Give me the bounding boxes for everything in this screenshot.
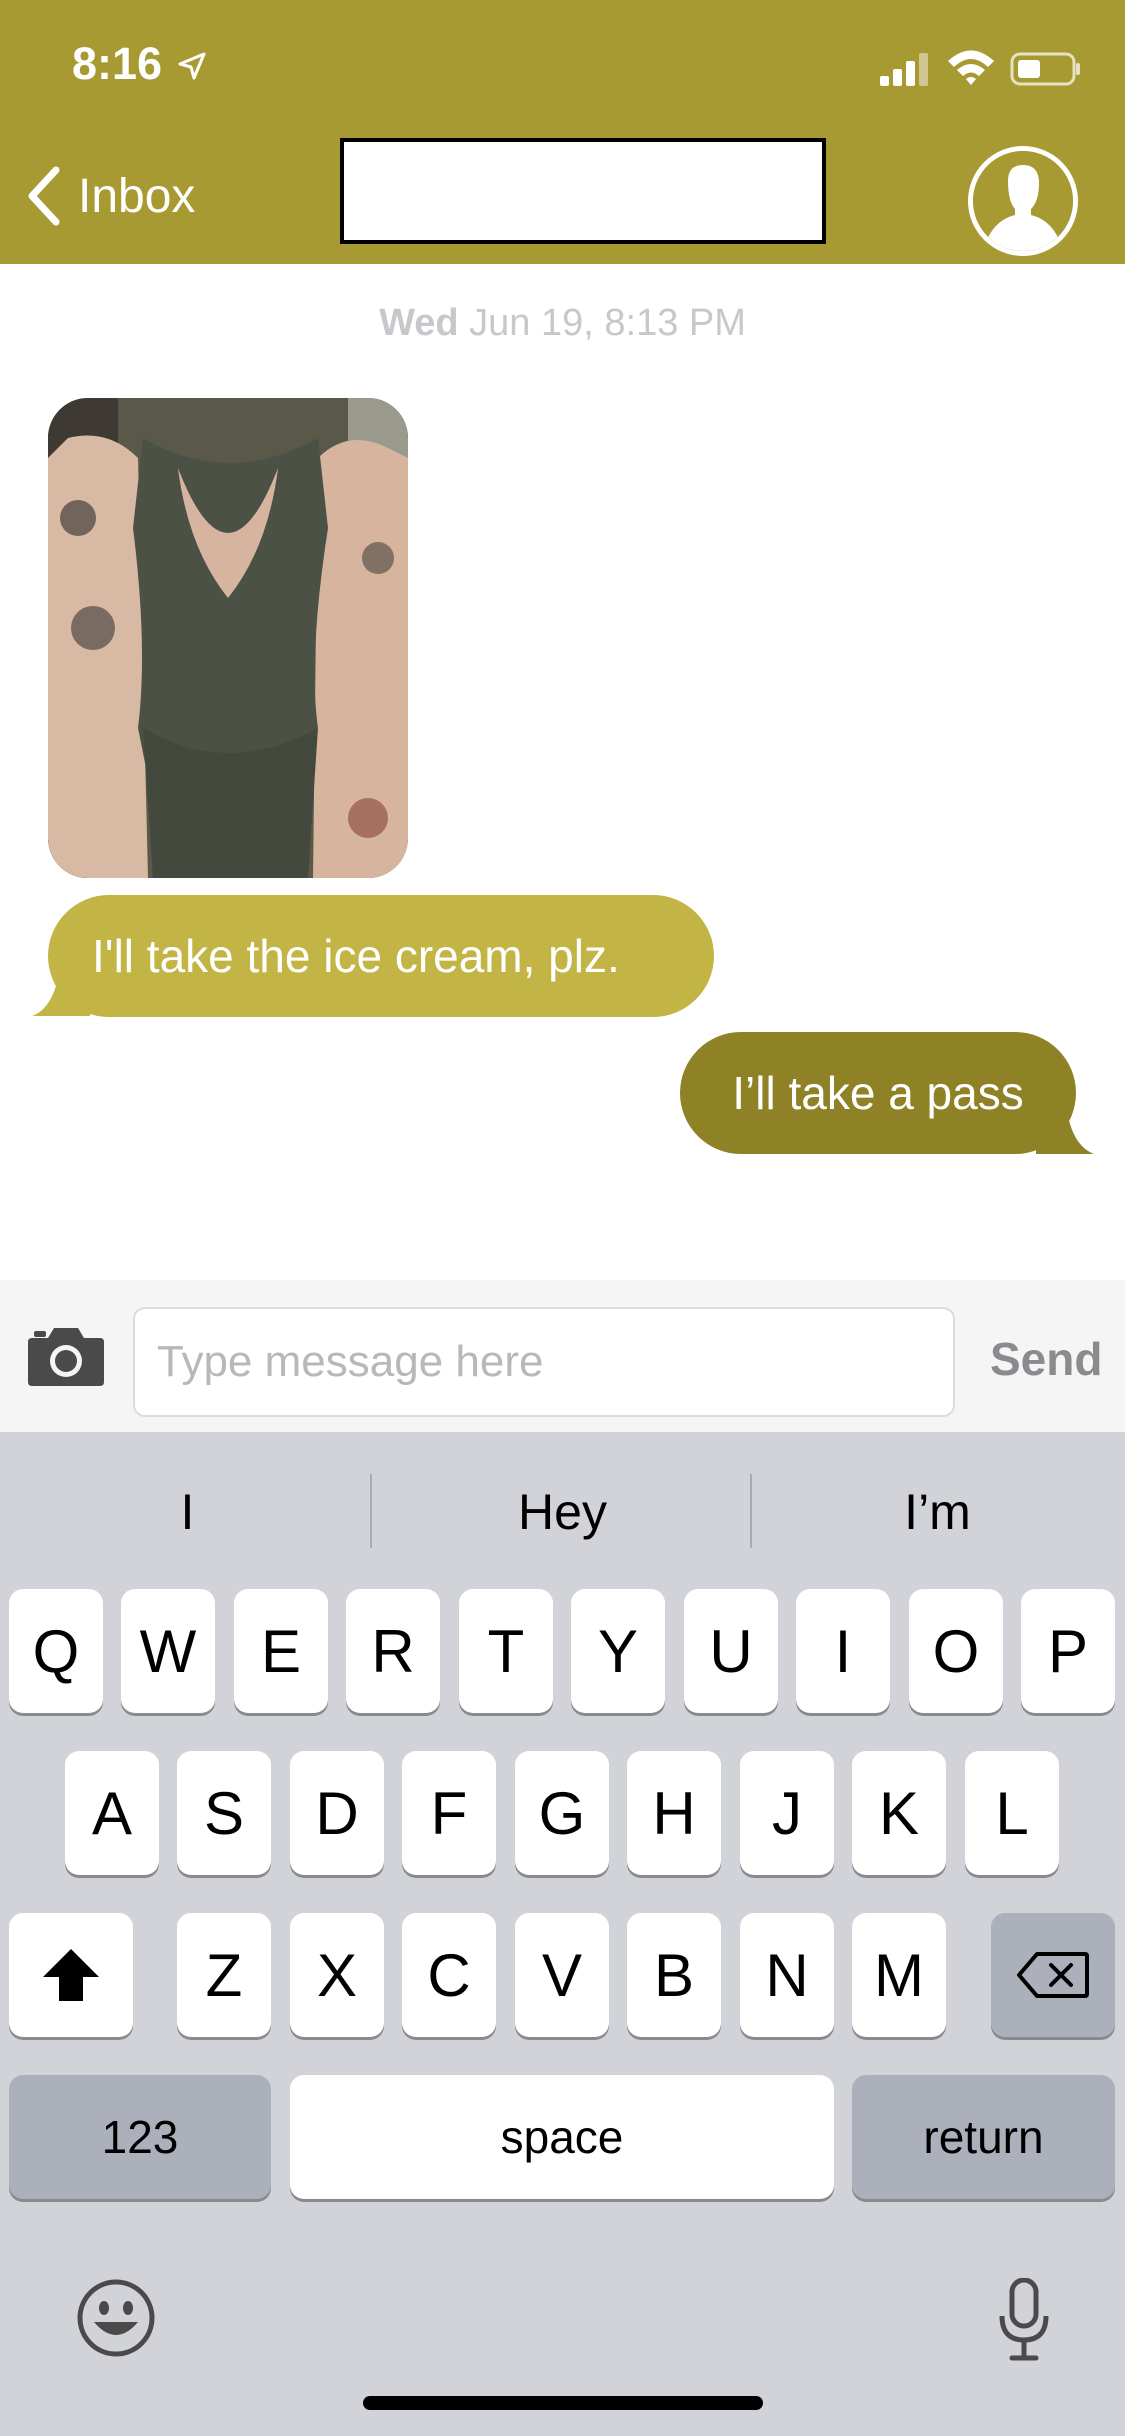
message-timestamp: Wed Jun 19, 8:13 PM — [0, 302, 1125, 345]
key-i[interactable]: I — [796, 1589, 890, 1713]
timestamp-date-time: Jun 19, 8:13 PM — [469, 302, 746, 344]
status-time: 8:16 — [72, 38, 163, 89]
person-silhouette-icon — [973, 151, 1073, 251]
key-q[interactable]: Q — [9, 1589, 103, 1713]
incoming-message-bubble: I'll take the ice cream, plz. — [48, 895, 714, 1017]
key-a[interactable]: A — [65, 1751, 159, 1875]
key-n[interactable]: N — [740, 1913, 834, 2037]
microphone-icon[interactable] — [998, 2278, 1050, 2362]
key-b[interactable]: B — [627, 1913, 721, 2037]
key-e[interactable]: E — [234, 1589, 328, 1713]
key-w[interactable]: W — [121, 1589, 215, 1713]
emoji-icon[interactable] — [76, 2278, 156, 2358]
keyboard: I Hey I’m Q W E R T Y U I O P A S D F G … — [0, 1432, 1125, 2436]
shift-key[interactable] — [9, 1913, 133, 2037]
key-o[interactable]: O — [909, 1589, 1003, 1713]
contact-avatar-button[interactable] — [968, 146, 1078, 256]
camera-icon[interactable] — [26, 1324, 106, 1388]
key-t[interactable]: T — [459, 1589, 553, 1713]
location-arrow-icon — [178, 52, 206, 80]
send-button[interactable]: Send — [990, 1332, 1102, 1386]
key-p[interactable]: P — [1021, 1589, 1115, 1713]
outgoing-message-bubble: I’ll take a pass — [680, 1032, 1076, 1154]
key-k[interactable]: K — [852, 1751, 946, 1875]
back-label: Inbox — [78, 169, 196, 223]
back-button[interactable]: Inbox — [24, 160, 195, 232]
incoming-message-text: I'll take the ice cream, plz. — [92, 930, 620, 982]
battery-icon — [1010, 52, 1080, 86]
photo-thumbnail — [48, 398, 408, 878]
key-f[interactable]: F — [402, 1751, 496, 1875]
photo-message[interactable] — [48, 398, 408, 878]
key-z[interactable]: Z — [177, 1913, 271, 2037]
suggestion-3[interactable]: I’m — [750, 1432, 1125, 1592]
suggestion-divider — [370, 1474, 372, 1548]
wifi-icon — [948, 50, 994, 85]
numbers-key[interactable]: 123 — [9, 2075, 271, 2199]
nav-header: 8:16 Inbox — [0, 0, 1125, 264]
key-j[interactable]: J — [740, 1751, 834, 1875]
message-composer: Send — [0, 1280, 1125, 1432]
suggestion-1[interactable]: I — [0, 1432, 375, 1592]
home-indicator[interactable] — [363, 2396, 763, 2410]
delete-key[interactable] — [991, 1913, 1115, 2037]
key-d[interactable]: D — [290, 1751, 384, 1875]
message-input[interactable] — [133, 1307, 955, 1417]
timestamp-day: Wed — [379, 302, 459, 344]
shift-arrow-icon — [43, 1949, 99, 2001]
space-key[interactable]: space — [290, 2075, 834, 2199]
key-r[interactable]: R — [346, 1589, 440, 1713]
key-c[interactable]: C — [402, 1913, 496, 2037]
key-v[interactable]: V — [515, 1913, 609, 2037]
key-x[interactable]: X — [290, 1913, 384, 2037]
key-l[interactable]: L — [965, 1751, 1059, 1875]
key-g[interactable]: G — [515, 1751, 609, 1875]
outgoing-message-text: I’ll take a pass — [732, 1067, 1024, 1119]
backspace-icon — [1017, 1952, 1089, 1998]
key-m[interactable]: M — [852, 1913, 946, 2037]
chevron-left-icon — [28, 166, 60, 226]
conversation-title-box — [340, 138, 826, 244]
return-key[interactable]: return — [852, 2075, 1115, 2199]
key-s[interactable]: S — [177, 1751, 271, 1875]
suggestion-2[interactable]: Hey — [375, 1432, 750, 1592]
cellular-signal-icon — [880, 53, 928, 86]
key-h[interactable]: H — [627, 1751, 721, 1875]
key-u[interactable]: U — [684, 1589, 778, 1713]
key-y[interactable]: Y — [571, 1589, 665, 1713]
